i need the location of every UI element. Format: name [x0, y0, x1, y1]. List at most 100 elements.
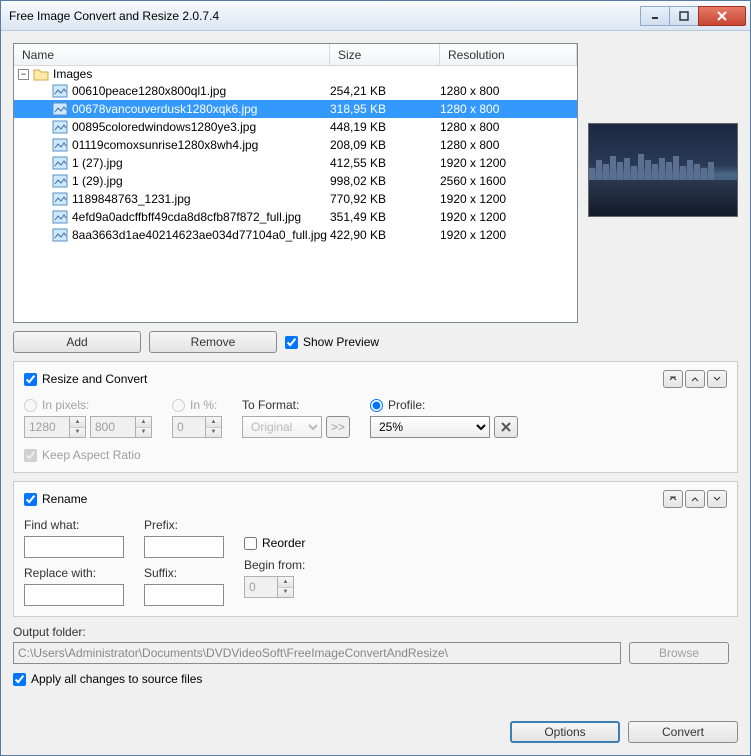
begin-from-label: Begin from:: [244, 558, 305, 572]
file-resolution: 1280 x 800: [440, 120, 577, 134]
add-button[interactable]: Add: [13, 331, 141, 353]
file-resolution: 1920 x 1200: [440, 192, 577, 206]
file-name: 00610peace1280x800ql1.jpg: [72, 84, 330, 98]
file-resolution: 1280 x 800: [440, 138, 577, 152]
close-button[interactable]: [698, 6, 746, 26]
preview-panel: [588, 43, 738, 323]
browse-button[interactable]: Browse: [629, 642, 729, 664]
file-row[interactable]: 1189848763_1231.jpg770,92 KB1920 x 1200: [14, 190, 577, 208]
rename-enable-input[interactable]: [24, 493, 37, 506]
file-row[interactable]: 00610peace1280x800ql1.jpg254,21 KB1280 x…: [14, 82, 577, 100]
prefix-input[interactable]: [144, 536, 224, 558]
app-window: Free Image Convert and Resize 2.0.7.4 Na…: [0, 0, 751, 756]
file-row[interactable]: 1 (29).jpg998,02 KB2560 x 1600: [14, 172, 577, 190]
begin-from-spinner[interactable]: ▲▼: [278, 576, 294, 598]
reorder-checkbox[interactable]: Reorder: [244, 536, 305, 550]
section-up-button[interactable]: [685, 490, 705, 508]
image-file-icon: [52, 228, 68, 242]
minimize-button[interactable]: [640, 6, 670, 26]
window-title: Free Image Convert and Resize 2.0.7.4: [9, 9, 641, 23]
percent-spinner[interactable]: ▲▼: [206, 416, 222, 438]
tree-collapse-icon[interactable]: −: [18, 69, 29, 80]
file-row[interactable]: 00678vancouverdusk1280xqk6.jpg318,95 KB1…: [14, 100, 577, 118]
file-row[interactable]: 00895coloredwindows1280ye3.jpg448,19 KB1…: [14, 118, 577, 136]
folder-icon: [33, 67, 49, 81]
tree-root[interactable]: − Images: [14, 66, 577, 82]
find-what-input[interactable]: [24, 536, 124, 558]
height-input[interactable]: [90, 416, 136, 438]
keep-aspect-checkbox[interactable]: Keep Aspect Ratio: [24, 448, 152, 462]
image-file-icon: [52, 102, 68, 116]
tree-root-label: Images: [53, 67, 92, 81]
rename-enable-checkbox[interactable]: Rename: [24, 492, 87, 506]
section-top-button[interactable]: [663, 490, 683, 508]
format-more-button[interactable]: >>: [326, 416, 350, 438]
file-resolution: 1280 x 800: [440, 102, 577, 116]
file-row[interactable]: 8aa3663d1ae40214623ae034d77104a0_full.jp…: [14, 226, 577, 244]
show-preview-input[interactable]: [285, 336, 298, 349]
file-name: 00678vancouverdusk1280xqk6.jpg: [72, 102, 330, 116]
profile-radio[interactable]: Profile:: [370, 398, 518, 412]
file-size: 208,09 KB: [330, 138, 440, 152]
column-name[interactable]: Name: [14, 44, 330, 65]
file-list-header: Name Size Resolution: [14, 44, 577, 66]
file-name: 1 (29).jpg: [72, 174, 330, 188]
file-size: 254,21 KB: [330, 84, 440, 98]
prefix-label: Prefix:: [144, 518, 224, 532]
image-file-icon: [52, 156, 68, 170]
section-down-button[interactable]: [707, 490, 727, 508]
image-file-icon: [52, 120, 68, 134]
width-input[interactable]: [24, 416, 70, 438]
percent-input[interactable]: [172, 416, 206, 438]
file-size: 448,19 KB: [330, 120, 440, 134]
rename-section: Rename Find what: Replace with: Prefix:: [13, 481, 738, 617]
preview-image: [588, 123, 738, 217]
begin-from-input[interactable]: [244, 576, 278, 598]
section-up-button[interactable]: [685, 370, 705, 388]
section-down-button[interactable]: [707, 370, 727, 388]
remove-button[interactable]: Remove: [149, 331, 277, 353]
height-spinner[interactable]: ▲▼: [136, 416, 152, 438]
options-button[interactable]: Options: [510, 721, 620, 743]
format-select[interactable]: Original: [242, 416, 322, 438]
file-size: 318,95 KB: [330, 102, 440, 116]
maximize-button[interactable]: [669, 6, 699, 26]
file-size: 351,49 KB: [330, 210, 440, 224]
image-file-icon: [52, 192, 68, 206]
to-format-label: To Format:: [242, 398, 350, 412]
suffix-input[interactable]: [144, 584, 224, 606]
content-area: Name Size Resolution − Images 00610peace…: [1, 31, 750, 755]
find-what-label: Find what:: [24, 518, 124, 532]
in-pixels-radio[interactable]: In pixels:: [24, 398, 152, 412]
image-file-icon: [52, 138, 68, 152]
convert-button[interactable]: Convert: [628, 721, 738, 743]
file-resolution: 1280 x 800: [440, 84, 577, 98]
image-file-icon: [52, 210, 68, 224]
show-preview-checkbox[interactable]: Show Preview: [285, 335, 379, 349]
file-list-body[interactable]: − Images 00610peace1280x800ql1.jpg254,21…: [14, 66, 577, 322]
resize-enable-checkbox[interactable]: Resize and Convert: [24, 372, 147, 386]
width-spinner[interactable]: ▲▼: [70, 416, 86, 438]
column-size[interactable]: Size: [330, 44, 440, 65]
file-name: 1 (27).jpg: [72, 156, 330, 170]
profile-delete-button[interactable]: [494, 416, 518, 438]
file-row[interactable]: 1 (27).jpg412,55 KB1920 x 1200: [14, 154, 577, 172]
in-percent-radio[interactable]: In %:: [172, 398, 222, 412]
file-resolution: 1920 x 1200: [440, 156, 577, 170]
file-size: 998,02 KB: [330, 174, 440, 188]
file-list-panel: Name Size Resolution − Images 00610peace…: [13, 43, 578, 323]
apply-all-checkbox[interactable]: Apply all changes to source files: [13, 672, 738, 686]
window-controls: [641, 6, 746, 26]
profile-select[interactable]: 25%: [370, 416, 490, 438]
file-size: 770,92 KB: [330, 192, 440, 206]
section-top-button[interactable]: [663, 370, 683, 388]
column-resolution[interactable]: Resolution: [440, 44, 577, 65]
resize-enable-input[interactable]: [24, 373, 37, 386]
replace-with-label: Replace with:: [24, 566, 124, 580]
file-row[interactable]: 4efd9a0adcffbff49cda8d8cfb87f872_full.jp…: [14, 208, 577, 226]
output-folder-input[interactable]: [13, 642, 621, 664]
output-row: Output folder: Browse: [13, 625, 738, 664]
file-name: 01119comoxsunrise1280x8wh4.jpg: [72, 138, 330, 152]
file-row[interactable]: 01119comoxsunrise1280x8wh4.jpg208,09 KB1…: [14, 136, 577, 154]
replace-with-input[interactable]: [24, 584, 124, 606]
